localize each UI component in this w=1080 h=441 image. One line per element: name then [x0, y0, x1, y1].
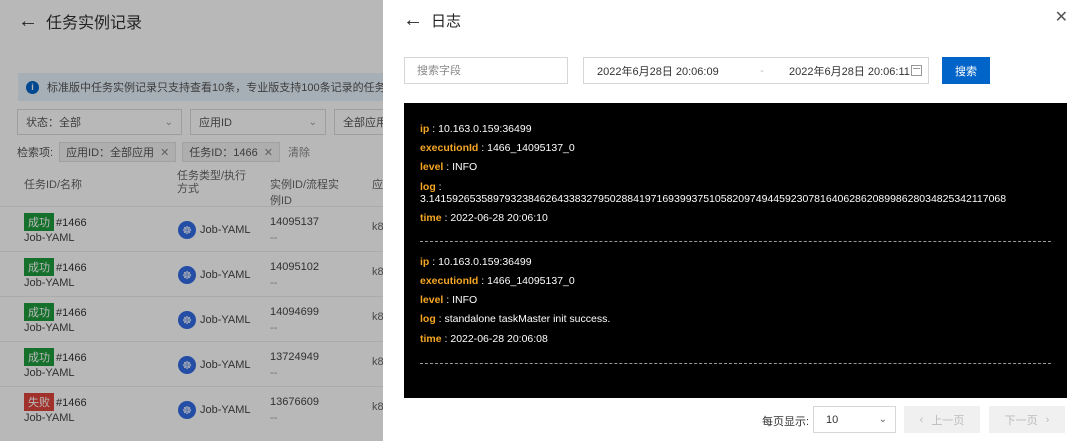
log-value: 1466_14095137_0	[487, 142, 575, 155]
log-key: executionId	[420, 142, 479, 155]
next-page-button[interactable]: 下一页 ›	[989, 406, 1065, 433]
log-key: executionId	[420, 275, 479, 288]
log-key: log	[420, 180, 436, 193]
log-key: level	[420, 294, 444, 307]
drawer-header: ← 日志	[383, 0, 1080, 40]
log-value: 10.163.0.159:36499	[438, 255, 532, 268]
chevron-down-icon: ⌄	[878, 414, 887, 425]
log-panel: ip : 10.163.0.159:36499 executionId : 14…	[404, 103, 1067, 398]
log-value: standalone taskMaster init success.	[444, 313, 611, 326]
log-field-execution-id: executionId : 1466_14095137_0	[420, 275, 575, 288]
calendar-icon[interactable]	[911, 65, 922, 76]
date-separator: -	[760, 64, 764, 77]
log-value: INFO	[452, 294, 478, 307]
drawer-title: 日志	[431, 12, 462, 30]
chevron-left-icon: ‹	[919, 413, 924, 426]
log-field-log: log :3.141592653589793238462643383279502…	[420, 181, 1051, 205]
close-icon[interactable]: ✕	[1055, 10, 1068, 26]
date-range-picker[interactable]: 2022年6月28日 20:06:09 - 2022年6月28日 20:06:1…	[583, 57, 929, 84]
log-drawer: ← 日志 ✕ 2022年6月28日 20:06:09 - 2022年6月28日 …	[383, 0, 1080, 441]
page-size-value: 10	[826, 413, 839, 426]
log-value: 3.14159265358979323846264338327950288419…	[420, 192, 1007, 205]
log-field-time: time : 2022-06-28 20:06:08	[420, 332, 548, 345]
log-key: ip	[420, 255, 430, 268]
next-page-label: 下一页	[1004, 414, 1038, 427]
log-divider	[420, 362, 1051, 364]
log-field-time: time : 2022-06-28 20:06:10	[420, 211, 548, 224]
log-field-log: log : standalone taskMaster init success…	[420, 313, 611, 326]
log-field-ip: ip : 10.163.0.159:36499	[420, 255, 532, 268]
chevron-right-icon: ›	[1045, 413, 1050, 426]
pagination: 每页显示: 10 ⌄ ‹ 上一页 下一页 ›	[383, 406, 1080, 433]
log-value: 10.163.0.159:36499	[438, 123, 532, 135]
date-to[interactable]: 2022年6月28日 20:06:11	[789, 63, 919, 79]
log-key: ip	[420, 123, 430, 135]
log-value: 2022-06-28 20:06:08	[450, 332, 548, 345]
log-value: 1466_14095137_0	[487, 275, 575, 288]
page-size-label: 每页显示:	[762, 416, 810, 428]
prev-page-label: 上一页	[931, 414, 965, 427]
log-key: level	[420, 161, 444, 174]
log-divider	[420, 240, 1051, 242]
log-field-level: level : INFO	[420, 161, 478, 174]
log-key: log	[420, 313, 436, 326]
page-size-select[interactable]: 10 ⌄	[813, 406, 896, 433]
log-value: INFO	[452, 161, 478, 174]
log-field-ip: ip : 10.163.0.159:36499	[420, 123, 532, 135]
log-entry: ip : 10.163.0.159:36499 executionId : 14…	[420, 117, 1051, 228]
log-field-execution-id: executionId : 1466_14095137_0	[420, 142, 575, 155]
arrow-left-icon[interactable]: ←	[403, 10, 423, 30]
log-key: time	[420, 211, 442, 224]
log-field-level: level : INFO	[420, 294, 478, 307]
search-input[interactable]	[404, 57, 568, 84]
modal-overlay[interactable]	[0, 0, 383, 441]
log-entry: ip : 10.163.0.159:36499 executionId : 14…	[420, 253, 1051, 349]
log-value: 2022-06-28 20:06:10	[450, 211, 548, 224]
prev-page-button[interactable]: ‹ 上一页	[904, 406, 980, 433]
log-key: time	[420, 332, 442, 345]
date-from[interactable]: 2022年6月28日 20:06:09	[597, 63, 747, 79]
search-button[interactable]: 搜索	[942, 57, 990, 84]
